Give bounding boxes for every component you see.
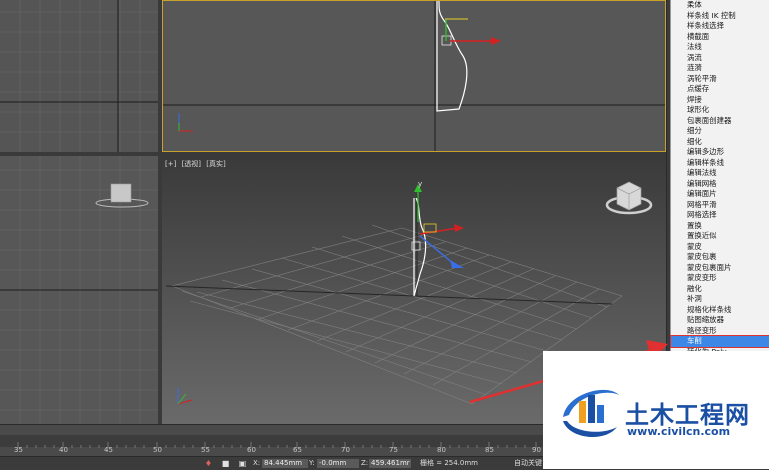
- modifier-list-dropdown[interactable]: 柔体 样条线 IK 控制 样条线选择 横截面 法线 涡流 涟漪 涡轮平滑 点缓存…: [670, 0, 769, 360]
- modifier-item[interactable]: 置换: [671, 221, 769, 232]
- tick-label: 70: [341, 446, 350, 454]
- tick-label: 40: [59, 446, 68, 454]
- modifier-item[interactable]: 编辑网格: [671, 179, 769, 190]
- watermark-url: www.civilcn.com: [627, 425, 731, 438]
- viewport-label-shading[interactable]: [真实]: [206, 160, 225, 168]
- tick-label: 60: [247, 446, 256, 454]
- modifier-item[interactable]: 蒙皮变形: [671, 273, 769, 284]
- tick-label: 55: [201, 446, 210, 454]
- logo-emblem-icon: [563, 389, 619, 438]
- modifier-item[interactable]: 点缓存: [671, 84, 769, 95]
- modifier-item[interactable]: 蒙皮包裹: [671, 252, 769, 263]
- modifier-item[interactable]: 编辑多边形: [671, 147, 769, 158]
- modifier-item[interactable]: 涟漪: [671, 63, 769, 74]
- modifier-item[interactable]: 网格选择: [671, 210, 769, 221]
- modifier-item[interactable]: 路径变形: [671, 326, 769, 337]
- tick-label: 85: [485, 446, 494, 454]
- z-label: Z:: [361, 459, 369, 467]
- modifier-item[interactable]: 样条线 IK 控制: [671, 11, 769, 22]
- grid-top-left: [0, 0, 158, 152]
- modifier-item[interactable]: 编辑面片: [671, 189, 769, 200]
- modifier-item[interactable]: 法线: [671, 42, 769, 53]
- modifier-item-lathe-selected[interactable]: 车削: [670, 335, 769, 348]
- viewport-top-left[interactable]: [0, 0, 158, 152]
- modifier-item[interactable]: 编辑样条线: [671, 158, 769, 169]
- modifier-item[interactable]: 细化: [671, 137, 769, 148]
- tick-label: 90: [532, 446, 541, 454]
- modifier-item[interactable]: 蒙皮: [671, 242, 769, 253]
- viewport-label[interactable]: [+] [透视] [真实]: [165, 159, 229, 169]
- autokey-button[interactable]: 自动关键: [514, 459, 542, 468]
- viewport-label-view[interactable]: [透视]: [182, 160, 201, 168]
- modifier-item[interactable]: 包裹面创建器: [671, 116, 769, 127]
- grid-left: [0, 156, 158, 424]
- modifier-item[interactable]: 融化: [671, 284, 769, 295]
- tick-label: 80: [437, 446, 446, 454]
- tick-label: 50: [153, 446, 162, 454]
- tick-label: 45: [104, 446, 113, 454]
- modifier-item[interactable]: 蒙皮包裹面片: [671, 263, 769, 274]
- watermark-logo: 土木工程网 www.civilcn.com: [543, 351, 769, 469]
- modifier-item[interactable]: 补洞: [671, 294, 769, 305]
- lathe-profile-front: [436, 1, 468, 112]
- tick-label: 35: [14, 446, 23, 454]
- modifier-item[interactable]: 细分: [671, 126, 769, 137]
- modifier-item[interactable]: 网格平滑: [671, 200, 769, 211]
- modifier-item[interactable]: 贴图缩放器: [671, 315, 769, 326]
- axis-tripod-front: [178, 113, 193, 132]
- x-coordinate-field[interactable]: 84.445mm: [262, 459, 308, 468]
- modifier-item[interactable]: 样条线选择: [671, 21, 769, 32]
- modifier-item[interactable]: 编辑法线: [671, 168, 769, 179]
- tick-label: 75: [389, 446, 398, 454]
- grid-size-label: 栅格 = 254.0mm: [420, 459, 478, 467]
- axis-y-label: y: [418, 180, 422, 188]
- x-label: X:: [253, 459, 261, 467]
- y-coordinate-field[interactable]: -0.0mm: [317, 459, 359, 468]
- viewport-front[interactable]: [162, 0, 666, 152]
- selection-lock-icon[interactable]: ▣: [238, 459, 247, 468]
- modifier-item[interactable]: 焊接: [671, 95, 769, 106]
- modifier-item[interactable]: 置换近似: [671, 231, 769, 242]
- front-view-canvas: [163, 1, 665, 151]
- pin-icon[interactable]: ♦: [204, 459, 213, 468]
- modifier-item[interactable]: 涡流: [671, 53, 769, 64]
- z-coordinate-field[interactable]: 459.461mr: [369, 459, 411, 468]
- viewport-label-plus[interactable]: [+]: [165, 160, 176, 168]
- tick-label: 65: [293, 446, 302, 454]
- modifier-item[interactable]: 规格化样条线: [671, 305, 769, 316]
- modifier-item[interactable]: 涡轮平滑: [671, 74, 769, 85]
- viewport-left[interactable]: [0, 156, 158, 424]
- y-label: Y:: [309, 459, 315, 467]
- modifier-item[interactable]: 柔体: [671, 0, 769, 11]
- modifier-list: 柔体 样条线 IK 控制 样条线选择 横截面 法线 涡流 涟漪 涡轮平滑 点缓存…: [670, 0, 769, 357]
- modifier-item[interactable]: 横截面: [671, 32, 769, 43]
- modifier-item[interactable]: 球形化: [671, 105, 769, 116]
- lock-icon[interactable]: ■: [221, 459, 230, 468]
